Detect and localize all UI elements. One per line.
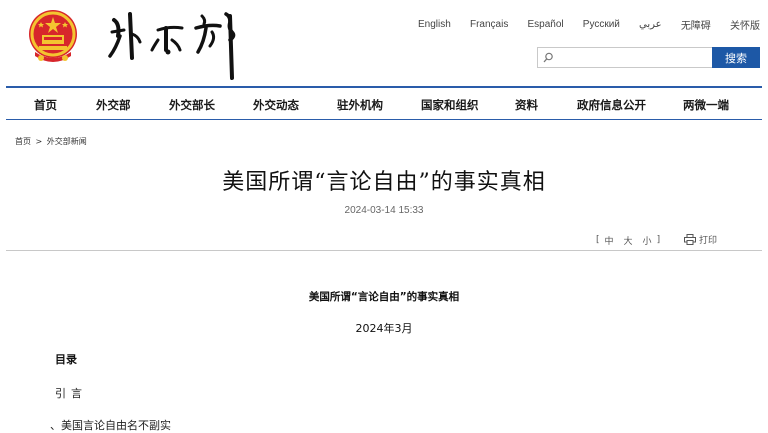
title-divider [6, 250, 762, 251]
print-label: 打印 [699, 236, 718, 246]
language-links: English Français Español Русский عربي 无障… [418, 17, 760, 32]
search-icon [543, 52, 553, 63]
nav-item-missions-abroad[interactable]: 驻外机构 [337, 97, 383, 113]
site-header: English Français Español Русский عربي 无障… [0, 0, 768, 86]
nav-item-resources[interactable]: 资料 [515, 97, 538, 113]
lang-spanish-link[interactable]: Español [527, 19, 563, 30]
body-title: 美国所谓“言论自由”的事实真相 [308, 291, 460, 303]
body-date: 2024年3月 [355, 322, 413, 335]
article-title: 美国所谓“言论自由”的事实真相 [222, 170, 546, 195]
breadcrumb-home-link[interactable]: 首页 [15, 137, 31, 146]
font-size-open-bracket: [ [596, 235, 600, 245]
toc-item-introduction: 引言 [55, 387, 87, 400]
nav-item-two-weibo-one-app[interactable]: 两微一端 [683, 97, 729, 113]
lang-english-link[interactable]: English [418, 19, 451, 30]
font-size-medium-button[interactable]: 大 [624, 234, 633, 247]
nav-item-countries-organizations[interactable]: 国家和组织 [421, 97, 479, 113]
lang-french-link[interactable]: Français [470, 19, 508, 30]
main-nav: 首页 外交部 外交部长 外交动态 驻外机构 国家和组织 资料 政府信息公开 两微… [6, 86, 762, 120]
nav-item-ministry[interactable]: 外交部 [96, 97, 131, 113]
nav-item-home[interactable]: 首页 [34, 97, 57, 113]
search-box [537, 47, 712, 70]
nav-item-diplomatic-news[interactable]: 外交动态 [253, 97, 299, 113]
search-button[interactable]: 搜索 [712, 47, 760, 68]
lang-russian-link[interactable]: Русский [583, 19, 620, 30]
toc-item-section-1: 、美国言论自由名不副实 [50, 419, 171, 432]
search-bar: 搜索 [537, 47, 760, 70]
toc-heading: 目录 [55, 353, 77, 366]
nav-item-minister[interactable]: 外交部长 [169, 97, 215, 113]
print-button[interactable]: 打印 [684, 233, 717, 246]
elderly-care-version-link[interactable]: 关怀版 [730, 17, 760, 32]
article-date: 2024-03-14 15:33 [344, 205, 424, 216]
search-input[interactable] [538, 51, 712, 70]
national-emblem-icon[interactable] [27, 8, 79, 66]
font-size-small-button[interactable]: 小 [643, 234, 652, 247]
printer-icon [684, 234, 696, 245]
breadcrumb-news-link[interactable]: 外交部新闻 [47, 137, 87, 146]
accessibility-link[interactable]: 无障碍 [681, 17, 711, 32]
breadcrumb: 首页 > 外交部新闻 [15, 136, 89, 147]
font-size-close-bracket: ] [656, 235, 661, 245]
article-toolbar: [ 中 大 小 ] 打印 [596, 233, 736, 247]
nav-item-gov-info-disclosure[interactable]: 政府信息公开 [577, 97, 646, 113]
breadcrumb-separator: > [35, 137, 43, 146]
lang-arabic-link[interactable]: عربي [639, 19, 662, 30]
font-size-large-button[interactable]: 中 [605, 234, 614, 247]
ministry-calligraphy-logo[interactable] [106, 6, 256, 82]
